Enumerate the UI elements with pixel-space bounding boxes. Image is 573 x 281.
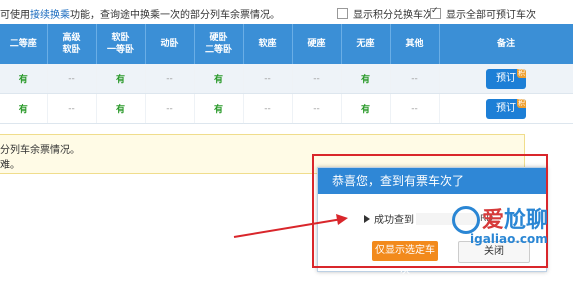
book-button[interactable]: 预订积 [486,98,526,119]
points-tag-icon: 积 [517,98,526,108]
bullet-icon [364,214,370,223]
points-trains-checkbox[interactable] [337,8,348,19]
book-button[interactable]: 预订积 [486,68,526,89]
all-bookable-option[interactable]: 显示全部可预订车次 [430,6,536,21]
seat-cell: -- [145,93,195,124]
table-header-row: 二等座 高级 软卧 软卧 一等卧 动卧 硬卧 二等卧 软座 硬座 无座 其他 备注 [0,24,573,64]
seat-cell: 有 [96,93,146,124]
dialog-title: 恭喜您，查到有票车次了 [318,168,546,194]
seat-cell: 有 [194,64,244,94]
column-header: 二等座 [0,24,48,64]
table-row: 有 -- 有 -- 有 -- -- 有 -- 预订积 [0,64,573,94]
seat-cell: -- [47,64,97,94]
all-bookable-checkbox[interactable] [430,6,441,19]
seat-cell: -- [243,93,293,124]
column-header: 硬座 [292,24,342,64]
transfer-link[interactable]: 接续换乘 [30,10,70,21]
seat-cell: -- [47,93,97,124]
success-dialog: 恭喜您，查到有票车次了 成功查到 RD 仅显示选定车次 关闭 [317,167,547,276]
column-header: 软卧 一等卧 [96,24,146,64]
seat-cell: -- [292,64,342,94]
column-header: 其他 [390,24,440,64]
seat-cell: 有 [194,93,244,124]
seat-cell: -- [243,64,293,94]
seat-cell: 有 [0,93,48,124]
obscured-text [416,212,478,225]
seat-cell: -- [292,93,342,124]
seat-cell: 有 [341,64,391,94]
show-selected-button[interactable]: 仅显示选定车次 [372,241,438,276]
remark-cell: 预订积 [439,64,573,94]
column-header: 软座 [243,24,293,64]
close-button[interactable]: 关闭 [458,241,530,263]
transfer-notice: 可使用接续换乘功能，查询途中换乘一次的部分列车余票情况。 [0,10,280,21]
column-header: 动卧 [145,24,195,64]
remark-cell: 预订积 [439,93,573,124]
seat-cell: -- [145,64,195,94]
dialog-message: 成功查到 RD [364,211,493,226]
ticket-table: 二等座 高级 软卧 软卧 一等卧 动卧 硬卧 二等卧 软座 硬座 无座 其他 备注 有 -- 有 -- 有 -- -… [0,24,573,124]
seat-cell: 有 [0,64,48,94]
column-header: 无座 [341,24,391,64]
top-bar: 可使用接续换乘功能，查询途中换乘一次的部分列车余票情况。 显示积分兑换车次 显示… [0,0,573,24]
column-header: 硬卧 二等卧 [194,24,244,64]
table-body: 有 -- 有 -- 有 -- -- 有 -- 预订积有 -- 有 -- 有 -- -- 有 -- 预订积 [0,64,573,124]
seat-cell: -- [390,64,440,94]
table-row: 有 -- 有 -- 有 -- -- 有 -- 预订积 [0,93,573,124]
column-header: 备注 [439,24,573,64]
seat-cell: 有 [341,93,391,124]
points-tag-icon: 积 [517,68,526,78]
seat-cell: -- [390,93,440,124]
seat-cell: 有 [96,64,146,94]
points-trains-option[interactable]: 显示积分兑换车次 [337,6,433,21]
column-header: 高级 软卧 [47,24,97,64]
